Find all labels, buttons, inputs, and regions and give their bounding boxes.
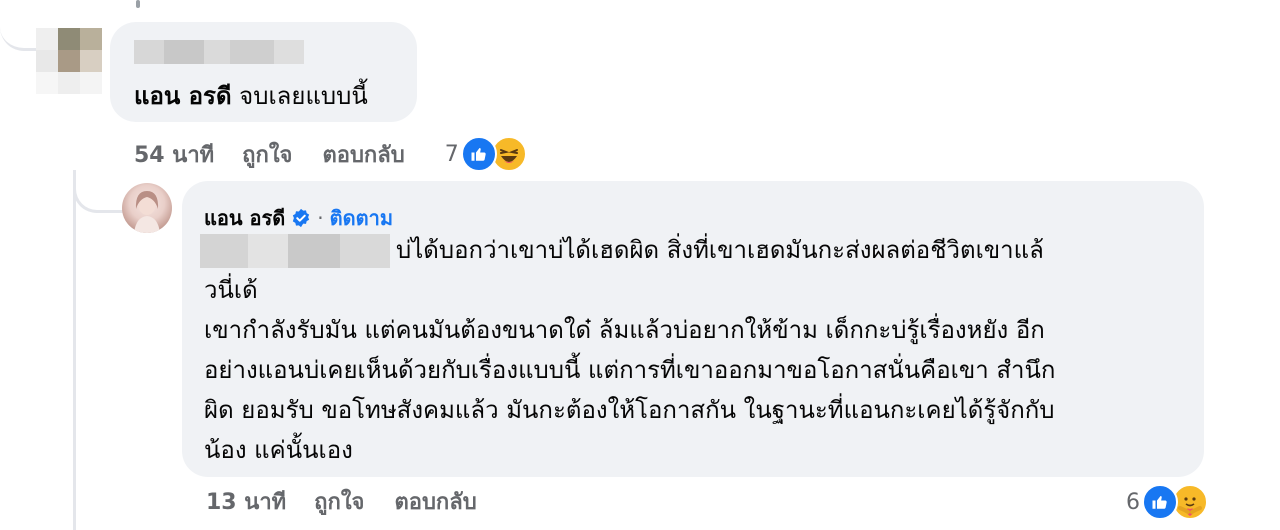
reply-button[interactable]: ตอบกลับ <box>394 484 476 519</box>
like-button[interactable]: ถูกใจ <box>242 137 292 172</box>
reply-button[interactable]: ตอบกลับ <box>322 137 404 172</box>
reaction-count: 6 <box>1126 489 1140 515</box>
thread-line-top <box>136 0 140 8</box>
like-button[interactable]: ถูกใจ <box>314 484 364 519</box>
text-line: น้อง แค่นั้นเอง <box>204 436 353 464</box>
comment-actions: 54 นาที ถูกใจ ตอบกลับ 7 <box>134 136 527 172</box>
verified-badge-icon <box>293 208 310 228</box>
like-icon <box>1142 484 1178 520</box>
separator-dot: · <box>317 206 324 230</box>
mention-link[interactable]: แอน อรดี <box>134 82 232 110</box>
reaction-summary[interactable] <box>460 136 527 172</box>
avatar[interactable] <box>122 183 172 233</box>
reaction-summary[interactable]: 6 <box>1126 484 1208 520</box>
comment-timestamp[interactable]: 54 นาที <box>134 137 214 172</box>
like-icon <box>460 136 497 172</box>
text-line: วนี่เด้ <box>204 276 258 304</box>
reaction-count[interactable]: 7 <box>445 142 459 167</box>
blurred-author-name <box>134 40 304 64</box>
text-line: เขากำลังรับมัน แต่คนมันต้องขนาดใด๋ ล้มแล… <box>204 316 1045 344</box>
reply-connector <box>73 170 124 213</box>
thread-connector <box>0 18 40 51</box>
text-line: ผิด ยอมรับ ขอโทษสังคมแล้ว มันกะต้องให้โอ… <box>204 396 1055 424</box>
text-line: อย่างแอนบ่เคยเห็นด้วยกับเรื่องแบบนี้ แต่… <box>204 356 1056 384</box>
reply-text: บ่ได้บอกว่าเขาบ่ได้เฮดผิด สิ่งที่เขาเฮดม… <box>204 230 1184 470</box>
text-line: บ่ได้บอกว่าเขาบ่ได้เฮดผิด สิ่งที่เขาเฮดม… <box>396 236 1044 264</box>
comment-text: แอน อรดี จบเลยแบบนี้ <box>134 80 368 112</box>
comment-body: จบเลยแบบนี้ <box>231 82 368 110</box>
avatar[interactable] <box>36 28 102 94</box>
reply-actions: 13 นาที ถูกใจ ตอบกลับ <box>206 484 477 519</box>
thread-line <box>73 170 76 530</box>
reply-timestamp[interactable]: 13 นาที <box>206 484 286 519</box>
